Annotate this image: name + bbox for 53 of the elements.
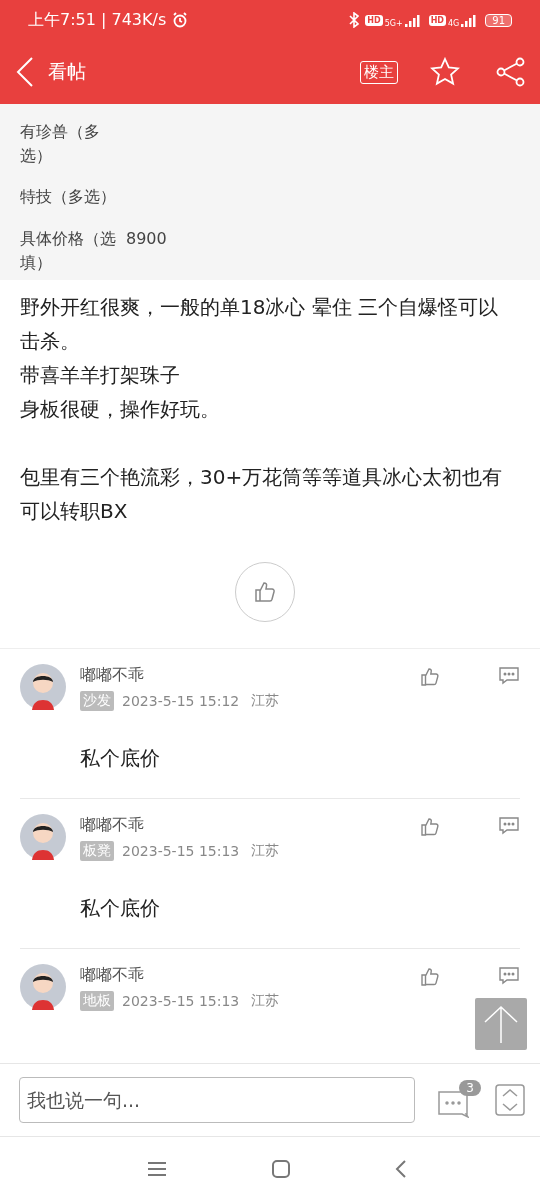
like-icon[interactable] — [420, 817, 440, 837]
owner-only-button[interactable]: 楼主 — [360, 60, 398, 84]
share-icon[interactable] — [496, 57, 526, 87]
reply-icon[interactable] — [498, 667, 520, 685]
hd-label: HD — [365, 14, 383, 26]
avatar[interactable] — [20, 964, 66, 1010]
page-title: 看帖 — [48, 59, 87, 84]
comment-text: 私个底价 — [80, 746, 161, 772]
post-text: 身板很硬，操作好玩。 — [20, 396, 221, 423]
user-name[interactable]: 嘟嘟不乖 — [80, 663, 406, 687]
location: 江苏 — [251, 992, 280, 1010]
alarm-icon — [172, 12, 189, 28]
menu-icon[interactable] — [147, 1160, 167, 1177]
reply-icon[interactable] — [498, 967, 520, 985]
back-icon[interactable] — [395, 1158, 407, 1179]
bluetooth-icon — [349, 12, 360, 28]
user-name[interactable]: 嘟嘟不乖 — [80, 963, 406, 987]
reply-icon[interactable] — [498, 817, 520, 835]
hd-label: HD — [428, 14, 446, 26]
comments-icon[interactable] — [437, 1090, 469, 1118]
post-text: 带喜羊羊打架珠子 — [20, 362, 181, 389]
location: 江苏 — [251, 692, 280, 710]
field-value: 8900 — [126, 228, 167, 250]
avatar[interactable] — [20, 814, 66, 860]
floor-tag: 沙发 — [80, 691, 114, 711]
post-text: 野外开红很爽，一般的单18冰心 晕住 三个自爆怪可以击杀。 — [20, 294, 500, 355]
comment-text: 私个底价 — [80, 896, 161, 922]
field-label: 有珍兽（多选） — [20, 121, 101, 167]
floor-tag: 地板 — [80, 991, 114, 1011]
star-icon[interactable] — [430, 57, 460, 87]
user-name[interactable]: 嘟嘟不乖 — [80, 813, 406, 837]
count-badge: 3 — [459, 1080, 481, 1096]
avatar[interactable] — [20, 664, 66, 710]
field-label: 具体价格（选填） — [20, 228, 117, 274]
thumbs-up-icon — [254, 581, 276, 603]
post-time: 2023-5-15 15:13 — [122, 843, 240, 859]
scroll-to-top-button[interactable] — [475, 998, 527, 1050]
post-time: 2023-5-15 15:13 — [122, 993, 240, 1009]
location: 江苏 — [251, 842, 280, 860]
status-time: 上午7:51 | 743K/s — [28, 9, 167, 31]
post-time: 2023-5-15 15:12 — [122, 693, 240, 709]
floor-tag: 板凳 — [80, 841, 114, 861]
like-icon[interactable] — [420, 967, 440, 987]
battery-level: 91 — [485, 13, 512, 27]
home-icon[interactable] — [271, 1158, 291, 1179]
comment-input[interactable]: 我也说一句... — [19, 1077, 415, 1123]
network-type: 4G — [447, 18, 460, 28]
like-icon[interactable] — [420, 667, 440, 687]
network-type: 5G+ — [384, 18, 403, 28]
field-label: 特技（多选） — [20, 186, 117, 208]
post-text: 包里有三个艳流彩，30+万花筒等等道具冰心太初也有可以转职BX — [20, 464, 504, 525]
signal-icon — [404, 13, 423, 27]
scroll-toggle-icon[interactable] — [495, 1084, 525, 1116]
